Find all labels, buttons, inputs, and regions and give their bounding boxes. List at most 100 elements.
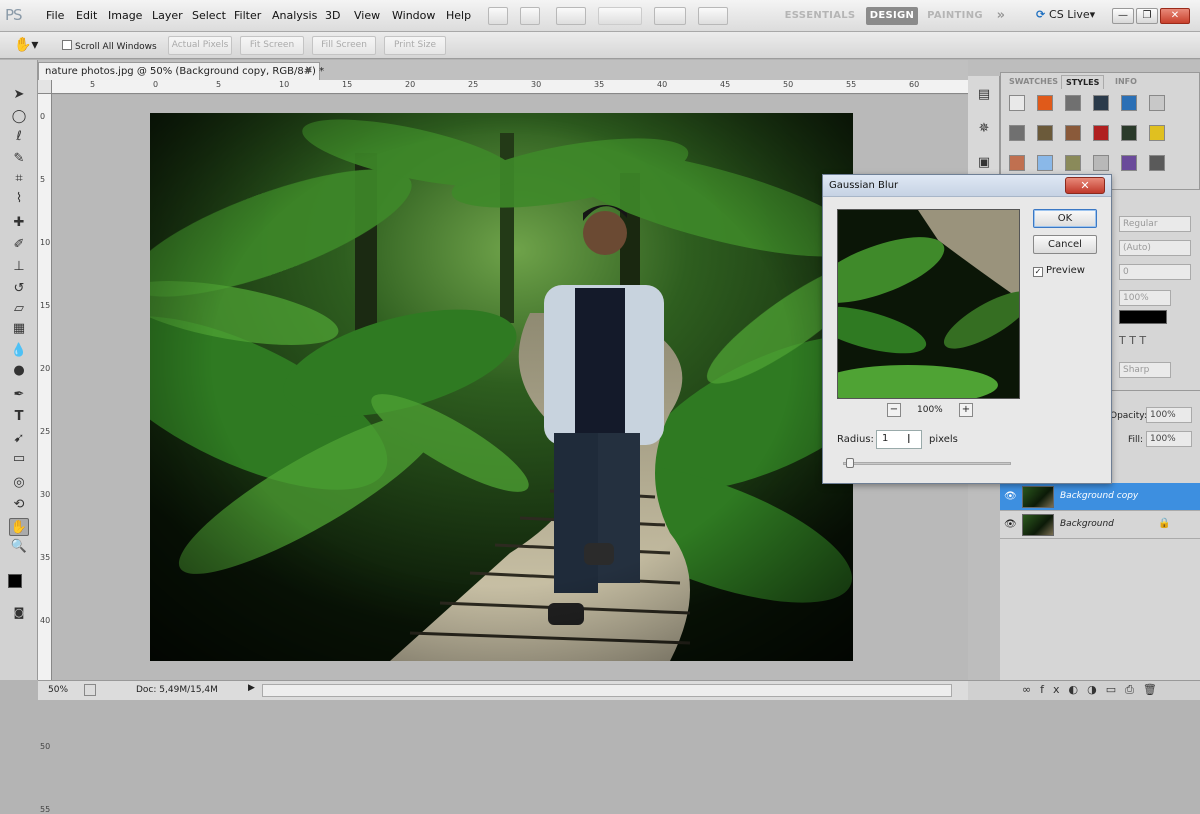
screen-mode-icon[interactable]	[698, 7, 728, 25]
status-arrow-icon[interactable]: ▶	[248, 683, 255, 693]
style-preset-swatch[interactable]	[1149, 95, 1165, 111]
pen-tool-icon[interactable]: ✒	[9, 386, 29, 404]
style-preset-swatch[interactable]	[1121, 95, 1137, 111]
clone-stamp-tool-icon[interactable]: ⊥	[9, 258, 29, 276]
status-menu-icon[interactable]	[84, 684, 96, 696]
view-extras-icon[interactable]	[556, 7, 586, 25]
zoom-tool-icon[interactable]: 🔍	[9, 538, 29, 556]
visibility-eye-icon[interactable]: 👁	[1004, 491, 1018, 503]
hand-tool-preset-icon[interactable]: ✋▾	[14, 37, 38, 53]
quick-select-tool-icon[interactable]: ✎	[9, 150, 29, 168]
style-preset-swatch[interactable]	[1065, 95, 1081, 111]
style-preset-swatch[interactable]	[1009, 95, 1025, 111]
quick-mask-icon[interactable]: ◙	[9, 604, 29, 622]
shape-tool-icon[interactable]: ▭	[9, 450, 29, 468]
lasso-tool-icon[interactable]: ℓ	[9, 128, 29, 146]
style-preset-swatch[interactable]	[1065, 155, 1081, 171]
ok-button[interactable]: OK	[1033, 209, 1097, 228]
style-preset-swatch[interactable]	[1093, 95, 1109, 111]
restore-icon[interactable]: ❐	[1136, 8, 1158, 24]
text-color-swatch[interactable]	[1119, 310, 1167, 324]
menu-3d[interactable]: 3D	[325, 9, 340, 22]
font-style-field[interactable]: Regular	[1119, 216, 1191, 232]
blur-tool-icon[interactable]: 💧	[9, 342, 29, 360]
close-dialog-icon[interactable]: ✕	[1065, 177, 1105, 194]
actions-panel-icon[interactable]: ✵	[974, 120, 994, 138]
fill-field[interactable]: 100%	[1146, 431, 1192, 447]
radius-input[interactable]: 1 I	[876, 430, 922, 449]
tab-info[interactable]: INFO	[1111, 75, 1141, 89]
style-preset-swatch[interactable]	[1121, 155, 1137, 171]
3d-rotate-tool-icon[interactable]: ◎	[9, 474, 29, 492]
layer-row[interactable]: 👁 Background copy	[1000, 483, 1200, 511]
fit-screen-button[interactable]: Fit Screen	[240, 36, 304, 55]
text-style-buttons[interactable]: T T T	[1119, 334, 1146, 347]
history-brush-tool-icon[interactable]: ↺	[9, 280, 29, 298]
zoom-level[interactable]: 50%	[48, 685, 68, 695]
style-preset-swatch[interactable]	[1037, 95, 1053, 111]
history-panel-icon[interactable]: ▤	[974, 86, 994, 104]
arrange-documents-icon[interactable]	[654, 7, 686, 25]
crop-tool-icon[interactable]: ⌗	[9, 170, 29, 188]
healing-brush-tool-icon[interactable]: ✚	[9, 214, 29, 232]
radius-slider-track[interactable]	[843, 462, 1011, 465]
eraser-tool-icon[interactable]: ▱	[9, 300, 29, 318]
leading-field[interactable]: (Auto)	[1119, 240, 1191, 256]
menu-filter[interactable]: Filter	[234, 9, 261, 22]
style-preset-swatch[interactable]	[1149, 155, 1165, 171]
document-tab[interactable]: nature photos.jpg @ 50% (Background copy…	[38, 62, 324, 80]
style-preset-swatch[interactable]	[1065, 125, 1081, 141]
eyedropper-tool-icon[interactable]: ⌇	[9, 190, 29, 208]
marquee-tool-icon[interactable]: ◯	[9, 108, 29, 126]
style-preset-swatch[interactable]	[1009, 125, 1025, 141]
style-preset-swatch[interactable]	[1037, 125, 1053, 141]
zoom-out-icon[interactable]: −	[887, 403, 901, 417]
zoom-level-icon[interactable]	[598, 7, 642, 25]
scroll-all-windows-checkbox[interactable]: Scroll All Windows	[62, 40, 157, 52]
3d-orbit-tool-icon[interactable]: ⟲	[9, 496, 29, 514]
style-preset-swatch[interactable]	[1093, 155, 1109, 171]
style-preset-swatch[interactable]	[1037, 155, 1053, 171]
move-tool-icon[interactable]: ➤	[9, 86, 29, 104]
tracking-field[interactable]: 0	[1119, 264, 1191, 280]
cancel-button[interactable]: Cancel	[1033, 235, 1097, 254]
gradient-tool-icon[interactable]: ▦	[9, 320, 29, 338]
dialog-titlebar[interactable]: Gaussian Blur ✕	[823, 175, 1111, 197]
close-window-icon[interactable]: ✕	[1160, 8, 1190, 24]
menu-image[interactable]: Image	[108, 9, 142, 22]
tab-styles[interactable]: STYLES	[1061, 75, 1105, 89]
workspace-design[interactable]: DESIGN	[866, 7, 918, 25]
mini-bridge-icon[interactable]	[520, 7, 540, 25]
workspace-painting[interactable]: PAINTING	[924, 7, 986, 25]
style-preset-swatch[interactable]	[1093, 125, 1109, 141]
zoom-in-icon[interactable]: +	[959, 403, 973, 417]
foreground-color-swatch[interactable]	[8, 574, 22, 588]
ruler-origin[interactable]	[38, 80, 52, 94]
menu-edit[interactable]: Edit	[76, 9, 97, 22]
bridge-icon[interactable]	[488, 7, 508, 25]
layer-actions-icons[interactable]: ∞fx◐◑▭⎙🗑	[1022, 683, 1166, 697]
horizontal-ruler[interactable]: 5 0 5 10 15 20 25 30 35 40 45 50 55 60	[52, 80, 968, 94]
radius-slider-thumb[interactable]	[846, 458, 855, 468]
blur-preview[interactable]	[837, 209, 1020, 399]
menu-analysis[interactable]: Analysis	[272, 9, 317, 22]
actual-pixels-button[interactable]: Actual Pixels	[168, 36, 232, 55]
cs-live-button[interactable]: ⟳ CS Live▾	[1036, 8, 1095, 21]
fill-screen-button[interactable]: Fill Screen	[312, 36, 376, 55]
visibility-eye-icon[interactable]: 👁	[1004, 519, 1018, 531]
menu-help[interactable]: Help	[446, 9, 471, 22]
menu-window[interactable]: Window	[392, 9, 435, 22]
hand-tool-icon[interactable]: ✋	[9, 518, 29, 536]
anti-alias-field[interactable]: Sharp	[1119, 362, 1171, 378]
vertical-ruler[interactable]: 0510152025303540455055	[38, 94, 52, 814]
layer-comps-icon[interactable]: ▣	[974, 154, 994, 172]
path-selection-tool-icon[interactable]: ➹	[9, 430, 29, 448]
menu-select[interactable]: Select	[192, 9, 226, 22]
minimize-icon[interactable]: —	[1112, 8, 1134, 24]
menu-file[interactable]: File	[46, 9, 64, 22]
layer-row[interactable]: 👁 Background 🔒	[1000, 511, 1200, 539]
horizontal-scrollbar[interactable]	[262, 684, 952, 697]
brush-tool-icon[interactable]: ✐	[9, 236, 29, 254]
menu-layer[interactable]: Layer	[152, 9, 183, 22]
preview-checkbox[interactable]: ✓ Preview	[1033, 265, 1085, 277]
